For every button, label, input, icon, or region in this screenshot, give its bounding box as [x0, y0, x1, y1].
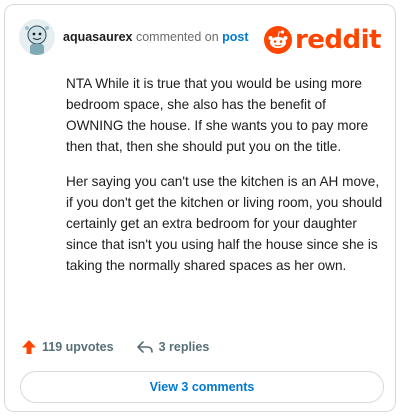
view-comments-button[interactable]: View 3 comments: [20, 371, 384, 403]
comment-card: aquasaurex commented on post reddit NTA …: [4, 4, 396, 412]
comment-body: NTA While it is true that you would be u…: [66, 73, 384, 290]
reply-icon: [136, 341, 153, 353]
username[interactable]: aquasaurex: [63, 30, 132, 44]
comment-paragraph: NTA While it is true that you would be u…: [66, 76, 369, 154]
avatar[interactable]: [19, 19, 55, 55]
action-text: commented on: [135, 30, 219, 44]
reddit-alien-icon: [263, 26, 292, 54]
upvote-arrow-icon: [22, 340, 36, 354]
reply-count: 3 replies: [158, 340, 210, 354]
comment-header: aquasaurex commented on post reddit: [19, 19, 382, 59]
upvote-count: 119 upvotes: [42, 340, 114, 354]
post-link[interactable]: post: [222, 30, 248, 44]
comment-actions: 119 upvotes 3 replies: [21, 337, 231, 357]
upvote-button[interactable]: 119 upvotes: [21, 339, 114, 355]
comment-meta: aquasaurex commented on post: [63, 30, 249, 44]
brand-wordmark: reddit: [294, 25, 382, 55]
reply-button[interactable]: 3 replies: [136, 340, 210, 354]
reddit-logo: reddit: [263, 25, 382, 55]
comment-paragraph: Her saying you can't use the kitchen is …: [66, 174, 383, 273]
